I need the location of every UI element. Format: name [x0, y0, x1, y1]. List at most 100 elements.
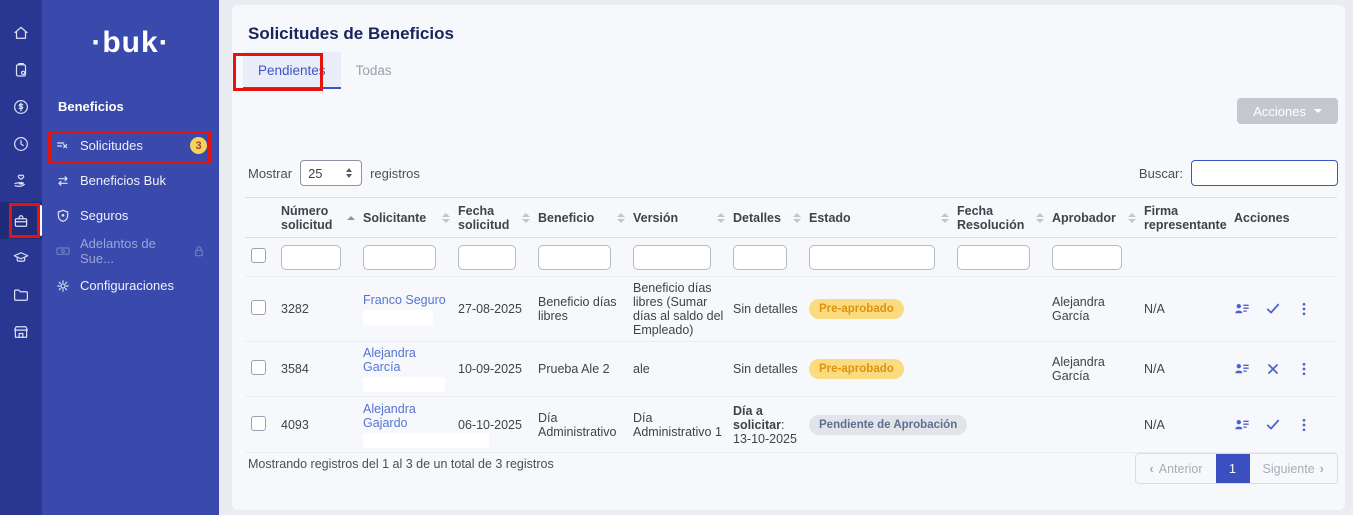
acciones-button[interactable]: Acciones [1237, 98, 1338, 124]
folder-icon[interactable] [0, 276, 42, 313]
storefront-icon[interactable] [0, 313, 42, 350]
header-label: Fecha Resolución [957, 204, 1032, 232]
cell-version: Día Administrativo 1 [633, 407, 733, 443]
swap-arrows-icon [55, 173, 71, 189]
acciones-button-label: Acciones [1253, 104, 1306, 119]
pagination: ‹ Anterior 1 Siguiente › [1135, 453, 1338, 484]
row-checkbox[interactable] [251, 360, 266, 375]
table-row: 3584 Alejandra García 10-09-2025 Prueba … [245, 342, 1337, 397]
sidebar-item-adelantos[interactable]: Adelantos de Sue... [42, 233, 219, 268]
page-size-select[interactable]: 25 [300, 160, 362, 186]
header-beneficio[interactable]: Beneficio [538, 207, 633, 229]
cell-fecha-resolucion [957, 421, 1052, 429]
cell-acciones [1234, 357, 1337, 381]
kebab-menu-icon[interactable] [1296, 361, 1312, 377]
cell-firma: N/A [1144, 414, 1234, 436]
header-label: Número solicitud [281, 204, 343, 232]
next-page-button[interactable]: Siguiente › [1250, 454, 1337, 483]
header-label: Versión [633, 211, 678, 225]
sidebar-item-configuraciones[interactable]: Configuraciones [42, 268, 219, 303]
tab-todas[interactable]: Todas [341, 52, 407, 89]
reject-x-icon[interactable] [1265, 361, 1281, 377]
header-firma-representante: Firma representante [1144, 200, 1234, 236]
app-screen: ·buk· Beneficios Solicitudes 3 Beneficio… [0, 0, 1353, 515]
table-row: 4093 Alejandra Gajardo 06-10-2025 Día Ad… [245, 397, 1337, 453]
cell-numero: 3584 [281, 358, 363, 380]
cell-aprobador: Alejandra García [1052, 351, 1144, 387]
solicitante-link[interactable]: Alejandra García [363, 346, 416, 374]
assign-person-icon[interactable] [1234, 417, 1250, 433]
header-detalles[interactable]: Detalles [733, 207, 809, 229]
list-x-icon [55, 138, 71, 154]
cell-estado: Pre-aprobado [809, 355, 957, 383]
home-icon[interactable] [0, 14, 42, 51]
header-numero-solicitud[interactable]: Número solicitud [281, 200, 363, 236]
header-fecha-solicitud[interactable]: Fecha solicitud [458, 200, 538, 236]
header-aprobador[interactable]: Aprobador [1052, 207, 1144, 229]
approve-check-icon[interactable] [1265, 301, 1281, 317]
header-fecha-resolucion[interactable]: Fecha Resolución [957, 200, 1052, 236]
clipboard-check-icon[interactable] [0, 51, 42, 88]
page-size-control: Mostrar 25 registros [248, 160, 420, 186]
kebab-menu-icon[interactable] [1296, 301, 1312, 317]
detalles-bold-label: Día a solicitar [733, 404, 781, 432]
solicitudes-table: Número solicitud Solicitante Fecha solic… [245, 197, 1337, 453]
sort-icon [941, 213, 949, 223]
filter-detalles-input[interactable] [733, 245, 787, 270]
hand-heart-icon[interactable] [0, 162, 42, 199]
sidebar-item-label: Adelantos de Sue... [80, 236, 178, 266]
buk-logo[interactable]: ·buk· [42, 26, 219, 60]
tab-pendientes[interactable]: Pendientes [243, 52, 341, 89]
solicitante-link[interactable]: Alejandra Gajardo [363, 402, 416, 430]
show-label: Mostrar [248, 166, 292, 181]
assign-person-icon[interactable] [1234, 301, 1250, 317]
cell-detalles: Día a solicitar: 13-10-2025 [733, 400, 809, 450]
prev-page-button[interactable]: ‹ Anterior [1136, 454, 1215, 483]
coin-dollar-icon[interactable] [0, 88, 42, 125]
row-checkbox[interactable] [251, 300, 266, 315]
filter-beneficio-input[interactable] [538, 245, 611, 270]
filter-fecha-resolucion-input[interactable] [957, 245, 1030, 270]
filter-version-input[interactable] [633, 245, 711, 270]
header-label: Detalles [733, 211, 781, 225]
filter-solicitante-input[interactable] [363, 245, 436, 270]
sidebar-item-seguros[interactable]: Seguros [42, 198, 219, 233]
briefcase-icon[interactable] [0, 202, 42, 239]
redacted-text [363, 310, 433, 325]
approve-check-icon[interactable] [1265, 417, 1281, 433]
sidebar-item-solicitudes[interactable]: Solicitudes 3 [42, 128, 219, 163]
cell-detalles: Sin detalles [733, 298, 809, 320]
sidebar-item-label: Beneficios Buk [80, 173, 166, 188]
sort-icon [442, 213, 450, 223]
assign-person-icon[interactable] [1234, 361, 1250, 377]
sidebar-item-label: Solicitudes [80, 138, 143, 153]
row-checkbox[interactable] [251, 416, 266, 431]
cell-firma: N/A [1144, 298, 1234, 320]
filter-numero-input[interactable] [281, 245, 341, 270]
search-input[interactable] [1191, 160, 1338, 186]
filter-aprobador-input[interactable] [1052, 245, 1122, 270]
header-acciones: Acciones [1234, 207, 1337, 229]
header-solicitante[interactable]: Solicitante [363, 207, 458, 229]
filter-fecha-solicitud-input[interactable] [458, 245, 516, 270]
clock-icon[interactable] [0, 125, 42, 162]
header-estado[interactable]: Estado [809, 207, 957, 229]
kebab-menu-icon[interactable] [1296, 417, 1312, 433]
chevron-down-icon [1314, 109, 1322, 113]
cell-version: Beneficio días libres (Sumar días al sal… [633, 277, 733, 341]
sort-icon [522, 213, 530, 223]
cell-fecha-solicitud: 27-08-2025 [458, 298, 538, 320]
header-checkbox-col [245, 214, 281, 222]
cell-acciones [1234, 413, 1337, 437]
sidebar-item-beneficios-buk[interactable]: Beneficios Buk [42, 163, 219, 198]
select-all-checkbox[interactable] [251, 248, 266, 263]
sidebar-menu: Solicitudes 3 Beneficios Buk Seguros Ade… [42, 128, 219, 303]
cell-fecha-solicitud: 06-10-2025 [458, 414, 538, 436]
table-filter-row [245, 238, 1337, 277]
table-row: 3282 Franco Seguro 27-08-2025 Beneficio … [245, 277, 1337, 342]
current-page-button[interactable]: 1 [1216, 454, 1250, 483]
header-version[interactable]: Versión [633, 207, 733, 229]
graduation-cap-icon[interactable] [0, 239, 42, 276]
solicitante-link[interactable]: Franco Seguro [363, 293, 446, 307]
filter-estado-input[interactable] [809, 245, 935, 270]
